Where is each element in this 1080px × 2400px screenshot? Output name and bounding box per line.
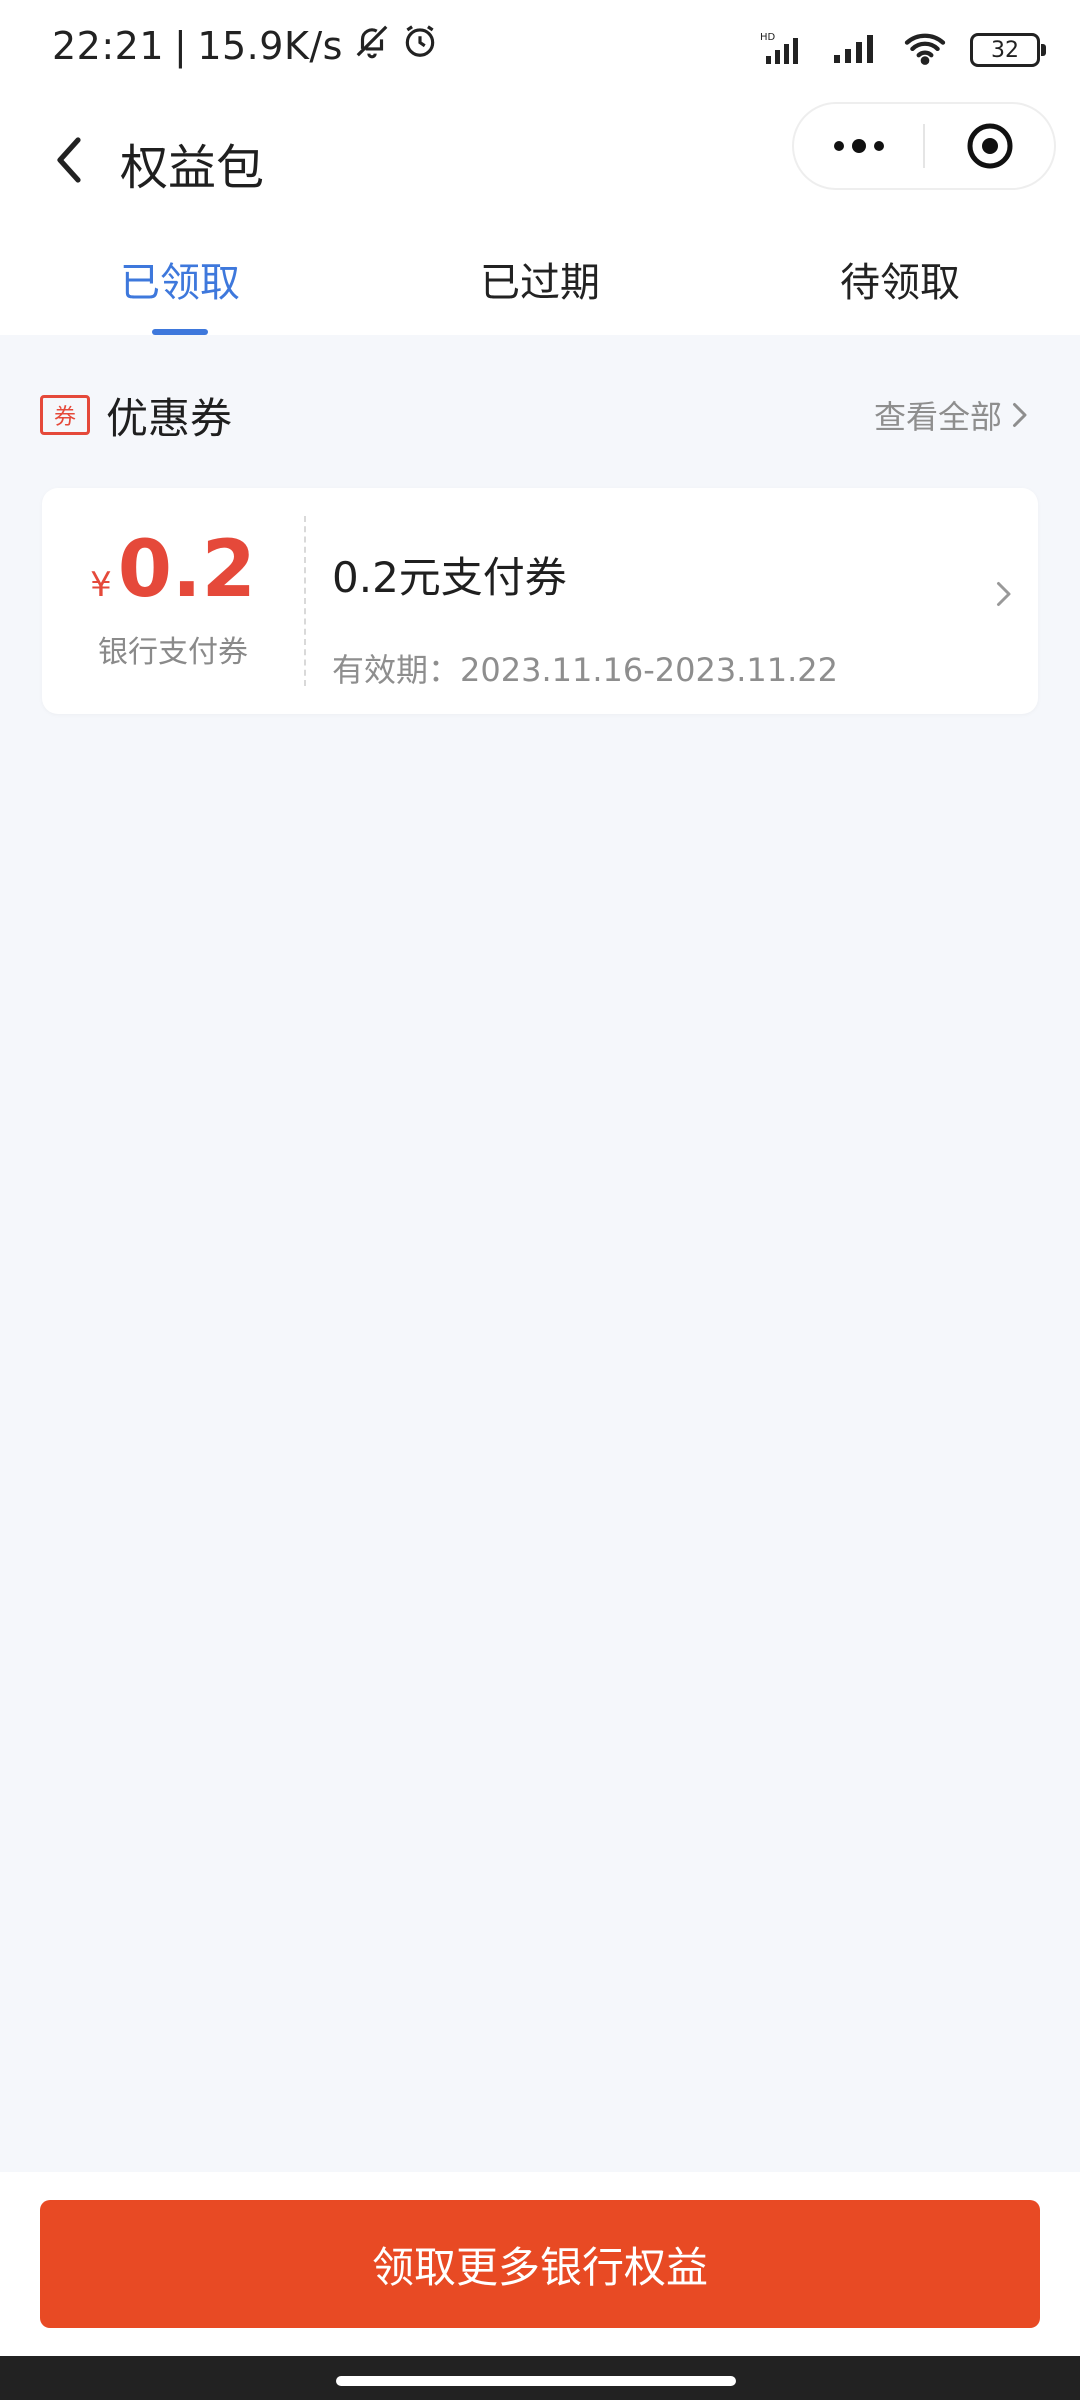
coupon-section-header: 券 优惠券 查看全部 bbox=[40, 380, 1040, 450]
tab-received[interactable]: 已领取 bbox=[0, 220, 360, 335]
coupon-name: 0.2元支付券 bbox=[332, 553, 567, 602]
tab-pending[interactable]: 待领取 bbox=[720, 220, 1080, 335]
back-button[interactable] bbox=[30, 120, 110, 200]
home-indicator[interactable] bbox=[336, 2376, 736, 2386]
chevron-right-icon bbox=[1013, 403, 1027, 427]
page-title: 权益包 bbox=[120, 140, 265, 196]
coupon-validity: 有效期：2023.11.16-2023.11.22 bbox=[332, 651, 838, 689]
system-nav-bar bbox=[0, 2356, 1080, 2400]
coupon-amount: 0.2 bbox=[117, 525, 256, 615]
mini-program-capsule bbox=[792, 102, 1056, 190]
coupon-amount-block: ¥ 0.2 银行支付券 bbox=[42, 488, 304, 714]
status-time: 22:21 bbox=[52, 23, 165, 68]
section-title: 优惠券 bbox=[106, 393, 233, 443]
status-left: 22:21 | 15.9K/s bbox=[52, 22, 439, 69]
view-all-label: 查看全部 bbox=[873, 398, 1002, 436]
status-separator: | bbox=[174, 23, 188, 68]
coupon-ticket-icon: 券 bbox=[40, 395, 90, 435]
mute-bell-icon bbox=[353, 22, 391, 69]
currency-symbol: ¥ bbox=[90, 565, 112, 605]
amount-row: ¥ 0.2 bbox=[90, 531, 256, 609]
wifi-icon bbox=[902, 30, 948, 70]
tab-label: 待领取 bbox=[840, 260, 960, 306]
get-more-benefits-button[interactable]: 领取更多银行权益 bbox=[40, 2200, 1040, 2328]
hd-signal-icon: HD bbox=[760, 30, 810, 70]
chevron-right-icon bbox=[997, 582, 1011, 606]
nav-bar: 权益包 bbox=[0, 100, 1080, 220]
battery-level: 32 bbox=[991, 37, 1019, 63]
tab-label: 已领取 bbox=[120, 260, 240, 306]
dashed-divider bbox=[304, 516, 306, 686]
bottom-action-area: 领取更多银行权益 bbox=[0, 2172, 1080, 2356]
more-button[interactable] bbox=[794, 104, 923, 188]
close-mini-program-button[interactable] bbox=[925, 104, 1054, 188]
status-bar: 22:21 | 15.9K/s HD 32 bbox=[0, 0, 1080, 100]
status-right: HD 32 bbox=[760, 30, 1046, 70]
chevron-left-icon bbox=[57, 137, 81, 183]
tab-label: 已过期 bbox=[480, 260, 600, 306]
tab-expired[interactable]: 已过期 bbox=[360, 220, 720, 335]
signal-icon bbox=[832, 31, 880, 69]
alarm-icon bbox=[401, 22, 439, 69]
coupon-info: 0.2元支付券 有效期：2023.11.16-2023.11.22 bbox=[332, 544, 978, 691]
battery-icon: 32 bbox=[970, 33, 1046, 67]
coupon-card[interactable]: ¥ 0.2 银行支付券 0.2元支付券 有效期：2023.11.16-2023.… bbox=[42, 488, 1038, 714]
view-all-link[interactable]: 查看全部 bbox=[874, 392, 1040, 438]
tab-bar: 已领取 已过期 待领取 bbox=[0, 220, 1080, 335]
more-dots-icon bbox=[833, 139, 884, 153]
coupon-icon-text: 券 bbox=[53, 405, 76, 430]
coupon-type: 银行支付券 bbox=[98, 635, 248, 670]
svg-text:HD: HD bbox=[760, 32, 776, 43]
network-speed: 15.9K/s bbox=[197, 23, 343, 68]
target-circle-icon bbox=[967, 123, 1012, 169]
